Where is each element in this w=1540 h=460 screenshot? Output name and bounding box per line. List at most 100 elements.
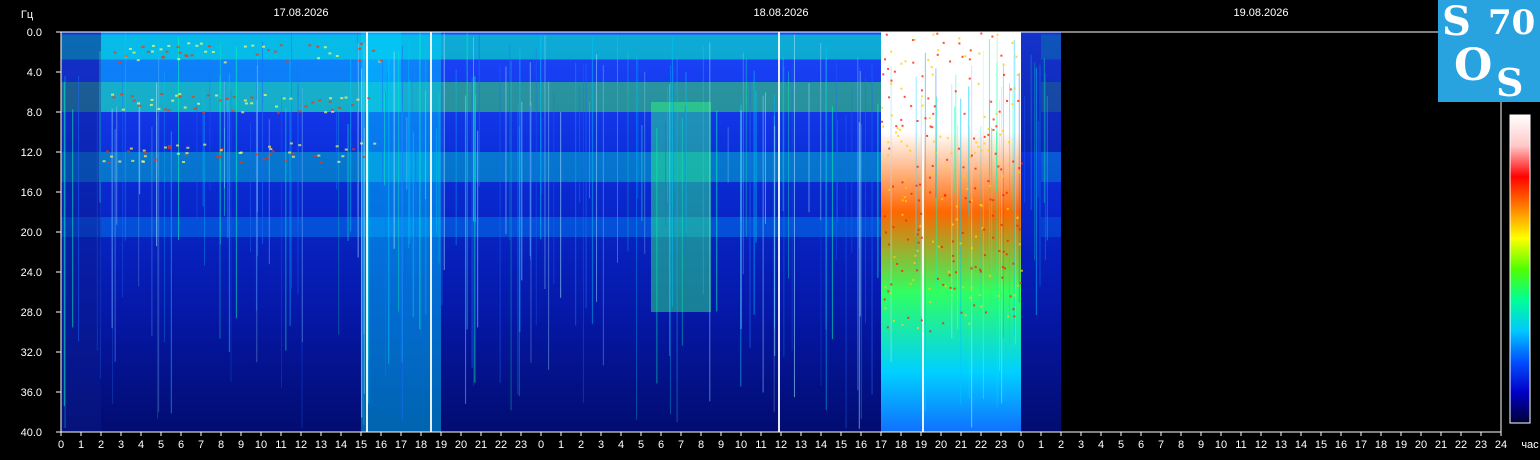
hot-speckle [944, 285, 947, 288]
band-speckle [118, 160, 122, 163]
band-speckle [136, 59, 140, 62]
hot-speckle [983, 228, 986, 231]
band-speckle [275, 105, 279, 108]
band-speckle [358, 47, 362, 50]
band-speckle [323, 46, 327, 49]
band-speckle [150, 98, 154, 101]
y-axis-label: Гц [21, 9, 34, 21]
x-tick-label: 0 [58, 439, 64, 451]
x-tick-label: 20 [1415, 439, 1427, 451]
band-speckle [362, 156, 366, 159]
band-speckle [136, 102, 140, 105]
x-tick-label: 16 [855, 439, 867, 451]
band-speckle [176, 144, 180, 147]
y-tick-label: 36.0 [21, 387, 42, 399]
band-speckle [231, 109, 235, 112]
band-speckle [316, 45, 320, 48]
x-tick-label: 21 [955, 439, 967, 451]
hot-speckle [994, 152, 997, 155]
band-speckle [337, 106, 341, 109]
hot-speckle [978, 52, 981, 55]
x-tick-label: 22 [975, 439, 987, 451]
hot-speckle [941, 198, 944, 201]
hot-speckle [975, 141, 978, 144]
hot-speckle [936, 53, 939, 56]
hot-speckle [940, 245, 943, 248]
band-speckle [367, 97, 371, 100]
band-speckle [262, 45, 266, 48]
no-data-region [1061, 32, 1501, 432]
hot-speckle [947, 270, 950, 273]
hot-speckle [992, 118, 995, 121]
hot-speckle [991, 214, 994, 217]
hot-speckle [1009, 88, 1012, 91]
hot-speckle [887, 67, 890, 70]
band-speckle [273, 50, 277, 53]
date-label: 17.08.2026 [273, 7, 328, 19]
x-tick-label: 8 [698, 439, 704, 451]
hot-speckle [892, 185, 895, 188]
hot-speckle [1012, 308, 1015, 311]
hot-speckle [896, 262, 899, 265]
hot-speckle [1006, 207, 1009, 210]
hot-speckle [971, 247, 974, 250]
band-speckle [184, 154, 188, 157]
band-speckle [176, 46, 180, 49]
x-tick-label: 21 [475, 439, 487, 451]
hot-speckle [933, 105, 936, 108]
band-speckle [182, 161, 186, 164]
hot-speckle [916, 233, 919, 236]
hot-speckle [1002, 250, 1005, 253]
spectrogram-chart: 0.0 4.0 8.0 12.0 16.0 20.0 24.0 28.0 32.0 36.0 40.… [21, 7, 1540, 451]
hot-speckle [1007, 141, 1010, 144]
x-tick-label: 4 [138, 439, 144, 451]
band-speckle [268, 152, 272, 155]
hot-speckle [1003, 267, 1006, 270]
band-speckle [335, 145, 339, 148]
band-speckle [317, 57, 321, 60]
hot-speckle [929, 301, 932, 304]
hot-speckle [887, 154, 890, 157]
hot-speckle [886, 326, 889, 329]
hot-speckle [970, 199, 973, 202]
band-speckle [379, 60, 383, 63]
activity-region [61, 32, 101, 432]
hot-speckle [977, 145, 980, 148]
color-scale-bar [1509, 114, 1531, 424]
band-speckle [225, 97, 229, 100]
hot-speckle [901, 124, 904, 127]
hot-speckle [973, 304, 976, 307]
hot-speckle [901, 181, 904, 184]
hot-speckle [974, 151, 977, 154]
x-tick-label: 12 [295, 439, 307, 451]
x-tick-label: 6 [178, 439, 184, 451]
hot-speckle [884, 231, 887, 234]
band-speckle [112, 96, 116, 99]
band-speckle [199, 42, 203, 45]
band-speckle [110, 155, 114, 158]
x-tick-label: 15 [835, 439, 847, 451]
band-speckle [241, 111, 245, 114]
y-tick-label: 32.0 [21, 347, 42, 359]
hot-speckle [934, 151, 937, 154]
hot-speckle [901, 199, 904, 202]
logo-letter-s2: S [1496, 60, 1524, 105]
band-speckle [157, 108, 161, 111]
band-speckle [279, 44, 283, 47]
band-speckle [176, 152, 180, 155]
hot-speckle [992, 128, 995, 131]
band-speckle [132, 51, 136, 54]
band-speckle [268, 145, 272, 148]
band-speckle [337, 160, 341, 163]
band-speckle [165, 50, 169, 53]
hot-speckle [917, 228, 920, 231]
x-tick-label: 2 [1058, 439, 1064, 451]
hot-speckle [937, 49, 940, 52]
hot-speckle [928, 176, 931, 179]
hot-speckle [915, 184, 918, 187]
band-speckle [317, 154, 321, 157]
hot-speckle [984, 311, 987, 314]
band-speckle [329, 97, 333, 100]
band-speckle [263, 93, 267, 96]
band-speckle [331, 110, 335, 113]
